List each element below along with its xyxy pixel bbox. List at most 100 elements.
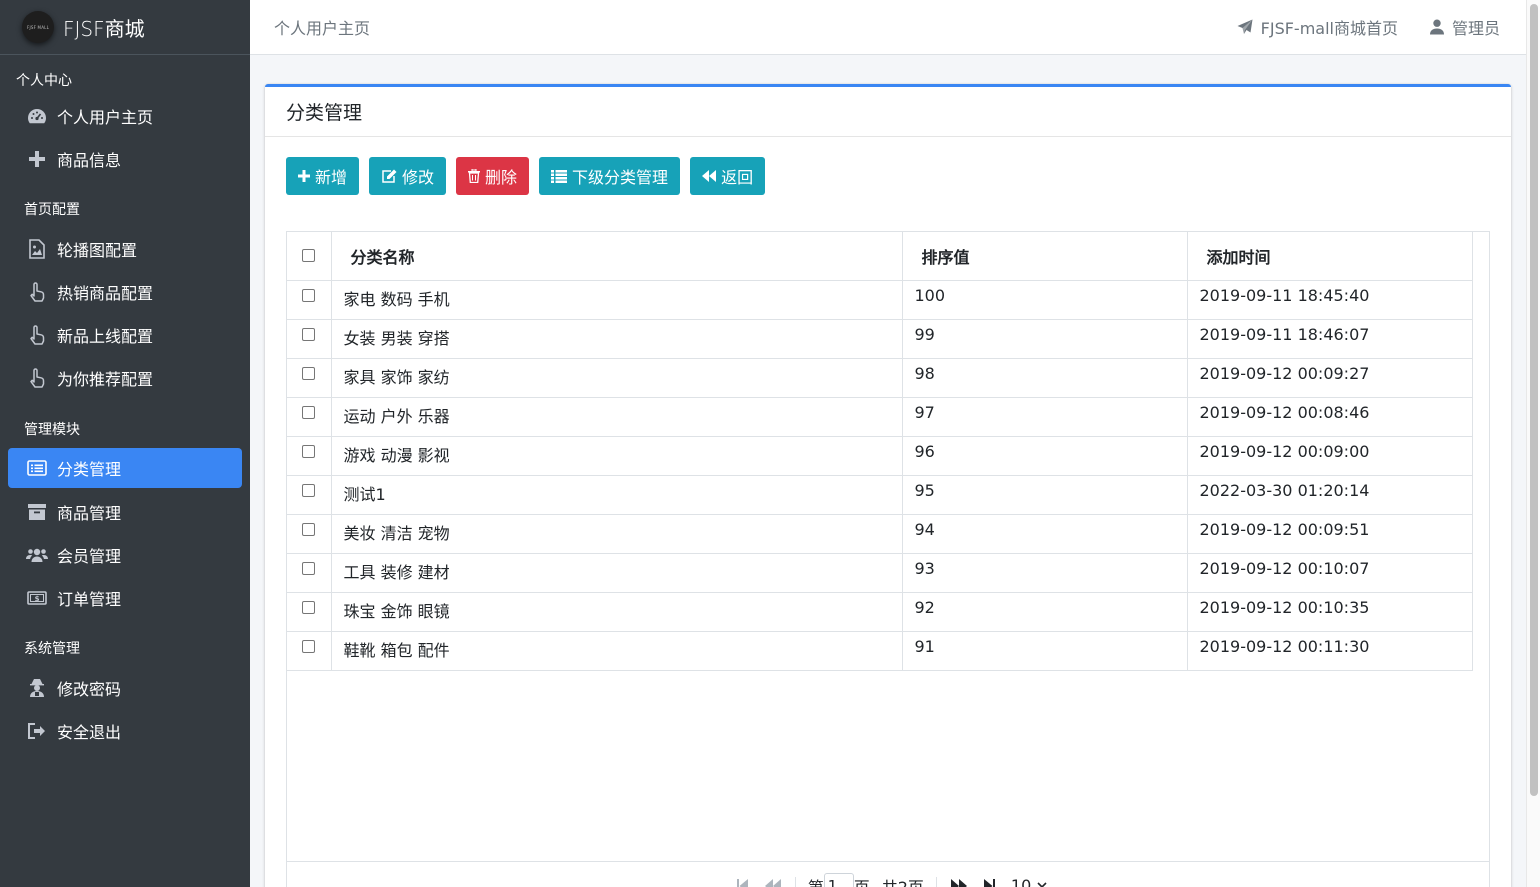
row-checkbox[interactable] [302,288,316,302]
sidebar-item-category[interactable]: 分类管理 [8,448,242,488]
sidebar-item-label: 会员管理 [57,547,122,566]
row-checkbox[interactable] [302,522,316,536]
next-page-icon[interactable] [950,878,967,887]
sidebar-item-new-goods[interactable]: 新品上线配置 [8,315,242,355]
users-icon [26,544,48,566]
add-button[interactable]: 新增 [286,157,360,195]
category-grid: 分类名称 排序值 添加时间 家电 数码 手机 100 2019-09-11 18… [286,231,1490,887]
row-checkbox[interactable] [302,327,316,341]
row-checkbox[interactable] [302,483,316,497]
sidebar-item-hot-goods[interactable]: 热销商品配置 [8,272,242,312]
row-checkbox[interactable] [302,366,316,380]
column-header-sort[interactable]: 排序值 [902,232,1188,281]
sidebar-item-goods[interactable]: 商品管理 [8,492,242,532]
cell-name: 工具 装修 建材 [331,553,903,593]
cell-sort: 94 [902,514,1188,554]
sidebar-item-label: 个人用户主页 [57,108,154,127]
back-button[interactable]: 返回 [690,157,766,195]
first-page-icon[interactable] [736,878,749,887]
table-row[interactable]: 家电 数码 手机 100 2019-09-11 18:45:40 [287,280,1473,320]
cell-sort: 91 [902,631,1188,671]
sidebar-item-label: 为你推荐配置 [57,370,154,389]
cell-sort: 98 [902,358,1188,398]
page-scrollbar[interactable] [1526,0,1540,887]
back-button-label: 返回 [721,168,754,187]
cell-time: 2022-03-30 01:20:14 [1187,475,1473,515]
cell-time: 2019-09-12 00:10:35 [1187,592,1473,632]
user-icon [1429,19,1444,35]
hand-pointer-icon [26,281,48,303]
admin-user-menu[interactable]: 管理员 [1429,15,1500,39]
mall-home-link[interactable]: FJSF-mall商城首页 [1237,15,1398,39]
cell-time: 2019-09-12 00:09:00 [1187,436,1473,476]
sidebar-item-carousel[interactable]: 轮播图配置 [8,229,242,269]
page-prefix: 第 [807,877,824,887]
subcategory-button[interactable]: 下级分类管理 [539,157,681,195]
delete-button[interactable]: 删除 [456,157,530,195]
table-row[interactable]: 珠宝 金饰 眼镜 92 2019-09-12 00:10:35 [287,592,1473,632]
sidebar-item-members[interactable]: 会员管理 [8,535,242,575]
svg-text:$: $ [35,595,40,603]
list-alt-icon [26,457,48,479]
table-row[interactable]: 工具 装修 建材 93 2019-09-12 00:10:07 [287,553,1473,593]
table-row[interactable]: 女装 男装 穿搭 99 2019-09-11 18:46:07 [287,319,1473,359]
table-row[interactable]: 美妆 清洁 宠物 94 2019-09-12 00:09:51 [287,514,1473,554]
page-size-select[interactable]: 10 [1011,876,1047,887]
brand[interactable]: FJSF MALL FJSF商城 [0,0,250,55]
table-row[interactable]: 运动 户外 乐器 97 2019-09-12 00:08:46 [287,397,1473,437]
row-checkbox[interactable] [302,600,316,614]
scrollbar-thumb[interactable] [1530,4,1538,796]
cell-sort: 97 [902,397,1188,437]
row-checkbox[interactable] [302,444,316,458]
column-header-time[interactable]: 添加时间 [1187,232,1473,281]
cell-sort: 93 [902,553,1188,593]
sidebar-item-change-password[interactable]: 修改密码 [8,668,242,708]
table-row[interactable]: 测试1 95 2022-03-30 01:20:14 [287,475,1473,515]
page-size-value: 10 [1010,876,1032,887]
cell-name: 美妆 清洁 宠物 [331,514,903,554]
edit-button[interactable]: 修改 [369,157,447,195]
sidebar: FJSF MALL FJSF商城 个人中心 个人用户主页 商品信息 首页配置 轮… [0,0,250,887]
cell-time: 2019-09-11 18:45:40 [1187,280,1473,320]
topbar-user-home-link[interactable]: 个人用户主页 [274,15,370,39]
sidebar-item-recommend[interactable]: 为你推荐配置 [8,358,242,398]
edit-button-label: 修改 [402,168,435,187]
sidebar-item-product-info[interactable]: 商品信息 [8,139,242,179]
nav-header-home-config: 首页配置 [24,202,80,218]
cell-name: 家具 家饰 家纺 [331,358,903,398]
user-secret-icon [26,677,48,699]
cell-time: 2019-09-12 00:08:46 [1187,397,1473,437]
cell-name: 家电 数码 手机 [331,280,903,320]
last-page-icon[interactable] [983,878,995,887]
select-all-cell [287,232,332,281]
sidebar-item-user-home[interactable]: 个人用户主页 [8,96,242,136]
brand-logo-text: FJSF MALL [26,24,50,30]
total-pages: 共2页 [881,877,924,887]
cell-time: 2019-09-12 00:11:30 [1187,631,1473,671]
table-row[interactable]: 游戏 动漫 影视 96 2019-09-12 00:09:00 [287,436,1473,476]
archive-icon [26,501,48,523]
add-button-label: 新增 [315,168,348,187]
sidebar-item-logout[interactable]: 安全退出 [8,711,242,751]
cell-sort: 99 [902,319,1188,359]
paper-plane-icon [1237,19,1253,34]
sidebar-item-label: 轮播图配置 [57,241,138,260]
sidebar-item-label: 订单管理 [57,590,122,609]
cell-name: 游戏 动漫 影视 [331,436,903,476]
column-header-name[interactable]: 分类名称 [331,232,903,281]
cell-name: 鞋靴 箱包 配件 [331,631,903,671]
pager-separator [935,876,937,887]
row-checkbox[interactable] [302,639,316,653]
page-number-input[interactable]: 1 [823,872,854,887]
select-all-checkbox[interactable] [302,249,316,263]
cell-sort: 92 [902,592,1188,632]
prev-page-icon[interactable] [764,878,781,887]
table-row[interactable]: 家具 家饰 家纺 98 2019-09-12 00:09:27 [287,358,1473,398]
cell-name: 女装 男装 穿搭 [331,319,903,359]
row-checkbox[interactable] [302,561,316,575]
row-checkbox[interactable] [302,405,316,419]
cell-sort: 95 [902,475,1188,515]
sidebar-item-orders[interactable]: $ 订单管理 [8,578,242,618]
table-row[interactable]: 鞋靴 箱包 配件 91 2019-09-12 00:11:30 [287,631,1473,671]
trash-icon [468,169,481,183]
